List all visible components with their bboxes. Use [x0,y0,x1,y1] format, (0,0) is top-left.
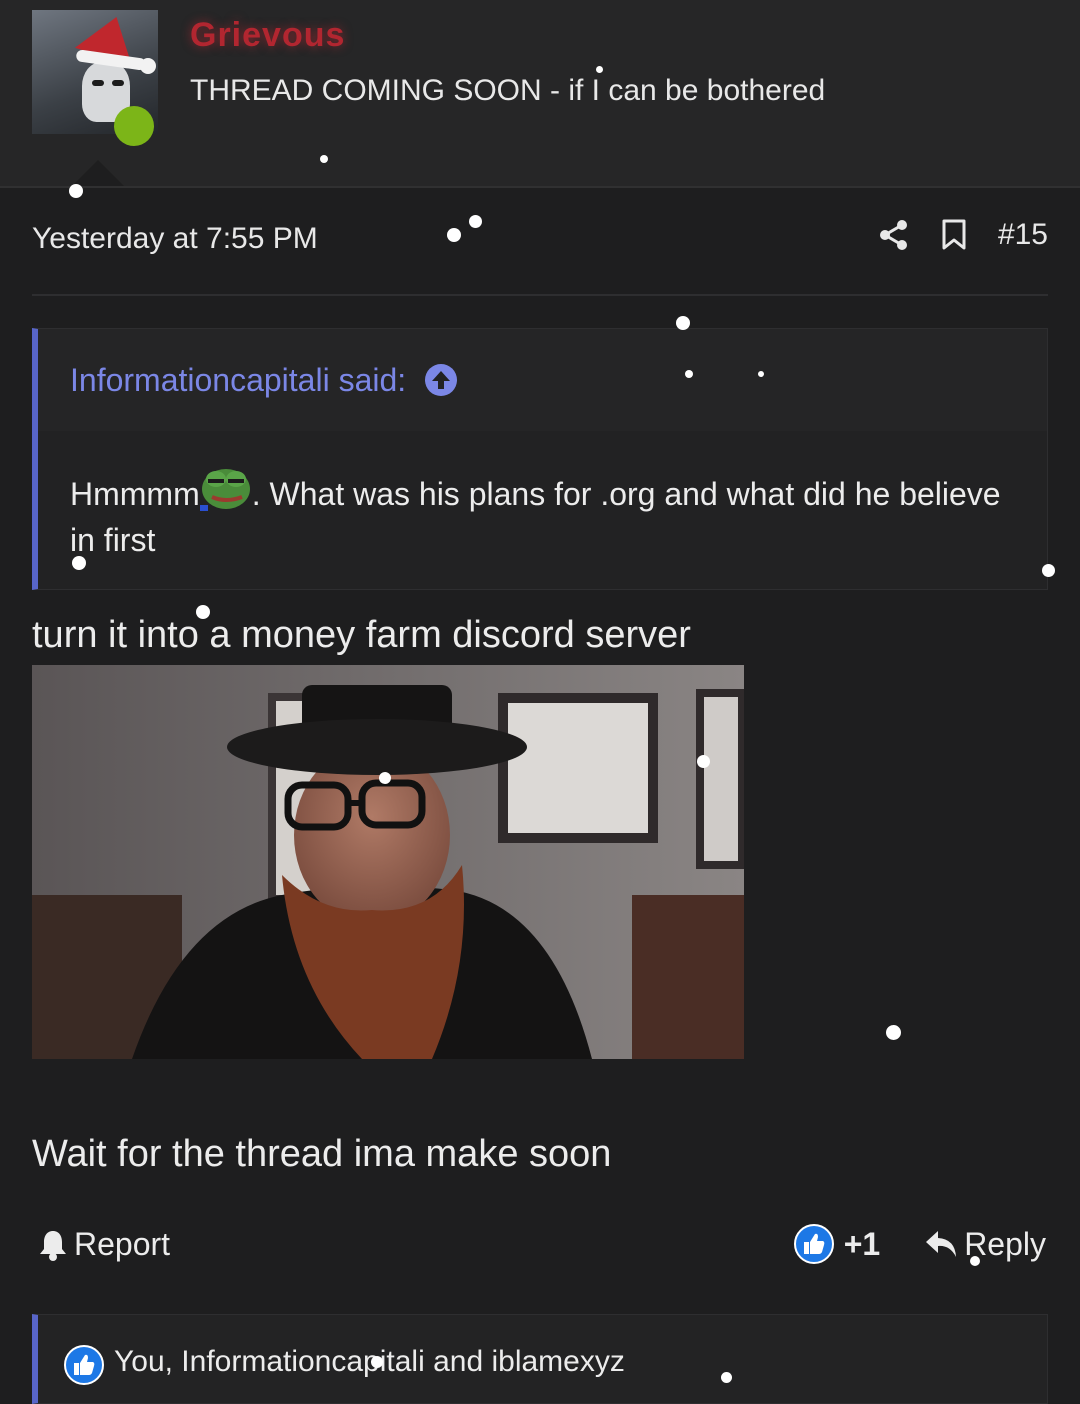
bookmark-icon[interactable] [940,219,968,251]
go-to-quote-arrow-icon[interactable] [424,363,458,397]
santa-hat-pom [140,58,156,74]
avatar-eye [92,80,104,86]
post-number[interactable]: #15 [998,218,1048,252]
bell-icon [40,1230,66,1261]
post-footer-actions: +1 Reply [793,1224,1046,1264]
snowflake [1042,564,1055,577]
snowflake [379,772,391,784]
snowflake [676,316,690,330]
reply-button[interactable]: Reply [924,1226,1046,1263]
post-text-line: Wait for the thread ima make soon [32,1133,612,1175]
quote-header[interactable]: Informationcapitali said: [38,329,1047,431]
post-meta-actions: #15 [878,218,1048,252]
thumbs-up-icon [64,1345,104,1385]
snowflake [758,371,764,377]
post-user-header: Grievous THREAD COMING SOON - if I can b… [0,0,1080,188]
snowflake [721,1372,732,1383]
snowflake [685,370,693,378]
header-pointer [72,160,124,186]
reactions-list[interactable]: You, Informationcapitali and iblamexyz [114,1345,625,1379]
report-button[interactable]: Report [38,1226,170,1263]
user-title: THREAD COMING SOON - if I can be bothere… [190,74,826,107]
report-label: Report [74,1226,171,1262]
reaction-count[interactable]: +1 [844,1226,880,1263]
snowflake [196,605,210,619]
snowflake [72,556,86,570]
post-timestamp[interactable]: Yesterday at 7:55 PM [32,222,318,256]
share-icon[interactable] [878,219,910,251]
thumbs-up-icon [793,1224,834,1264]
quote-block: Informationcapitali said: Hmmmm . What w… [32,328,1048,590]
reactions-bar[interactable]: You, Informationcapitali and iblamexyz [32,1314,1048,1404]
like-reaction-button[interactable]: +1 [793,1224,924,1264]
snowflake [69,184,83,198]
snowflake [469,215,482,228]
online-status-dot [114,106,154,146]
quote-author[interactable]: Informationcapitali said: [70,362,406,399]
snowflake [697,755,710,768]
avatar-eye [112,80,124,86]
snowflake [596,66,603,73]
snowflake [320,155,328,163]
snowflake [886,1025,901,1040]
post-gif-image[interactable] [32,665,744,1059]
reply-arrow-icon [926,1231,957,1257]
post-text-line: turn it into a money farm discord server [32,614,691,656]
quote-body: Hmmmm . What was his plans for .org and … [38,431,1047,563]
divider [32,294,1048,296]
snowflake [970,1256,980,1266]
snowflake [447,228,461,242]
quote-text-start: Hmmmm [70,476,200,512]
snowflake [371,1356,383,1368]
pepe-emoji-icon [199,465,252,511]
username[interactable]: Grievous [190,16,345,55]
